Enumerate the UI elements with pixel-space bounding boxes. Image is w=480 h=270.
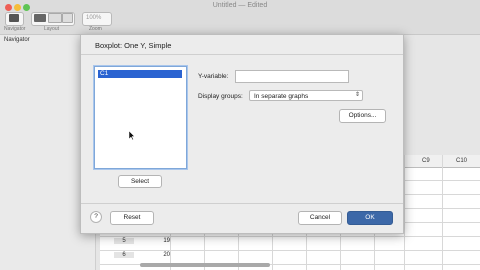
mouse-cursor-icon [129, 131, 135, 140]
y-variable-input[interactable] [235, 70, 349, 83]
zoom-field[interactable]: 100% [82, 12, 112, 26]
zoom-toolbar-label: Zoom [89, 26, 102, 32]
column-header-c10[interactable]: C10 [456, 158, 467, 164]
row-number[interactable]: 5 [114, 238, 134, 244]
options-button[interactable]: Options... [339, 109, 386, 123]
grid-line [404, 155, 405, 270]
dialog-title: Boxplot: One Y, Simple [95, 41, 172, 50]
divider [81, 54, 403, 55]
layout-output-icon[interactable] [62, 13, 73, 23]
navigator-title: Navigator [4, 37, 30, 43]
ok-button[interactable]: OK [347, 211, 393, 225]
display-groups-label: Display groups: [198, 93, 243, 100]
y-variable-label: Y-variable: [198, 73, 229, 80]
window-titlebar: Untitled — Edited 100% Navigator Layout … [0, 0, 480, 35]
layout-split-icon[interactable] [48, 13, 62, 23]
boxplot-dialog: Boxplot: One Y, Simple C1 Select Y-varia… [80, 34, 404, 234]
table-cell[interactable]: 20 [146, 252, 170, 258]
display-groups-select[interactable]: In separate graphs ⇕ [249, 90, 363, 101]
display-groups-value: In separate graphs [254, 92, 309, 100]
list-item-c1[interactable]: C1 [98, 70, 182, 78]
grid-line [442, 155, 443, 270]
navigator-toolbar-label: Navigator [4, 26, 26, 32]
help-button[interactable]: ? [90, 211, 102, 223]
layout-toolbar-label: Layout [44, 26, 60, 32]
sidebar-icon [9, 14, 19, 22]
column-header-c9[interactable]: C9 [422, 158, 430, 164]
layout-sheet-icon[interactable] [34, 14, 46, 22]
chevron-updown-icon: ⇕ [354, 92, 360, 98]
horizontal-scrollbar[interactable] [140, 263, 270, 267]
variables-listbox[interactable]: C1 [94, 66, 187, 169]
row-number[interactable]: 6 [114, 252, 134, 258]
divider [81, 203, 403, 204]
window-title: Untitled — Edited [212, 2, 268, 9]
reset-button[interactable]: Reset [110, 211, 154, 225]
select-button[interactable]: Select [118, 175, 162, 188]
grid-line [100, 236, 480, 237]
table-cell[interactable]: 19 [146, 238, 170, 244]
cancel-button[interactable]: Cancel [298, 211, 342, 225]
layout-segmented-control[interactable] [31, 12, 75, 26]
grid-line [100, 250, 480, 251]
zoom-value: 100% [86, 15, 102, 21]
navigator-toggle-button[interactable] [5, 12, 24, 26]
